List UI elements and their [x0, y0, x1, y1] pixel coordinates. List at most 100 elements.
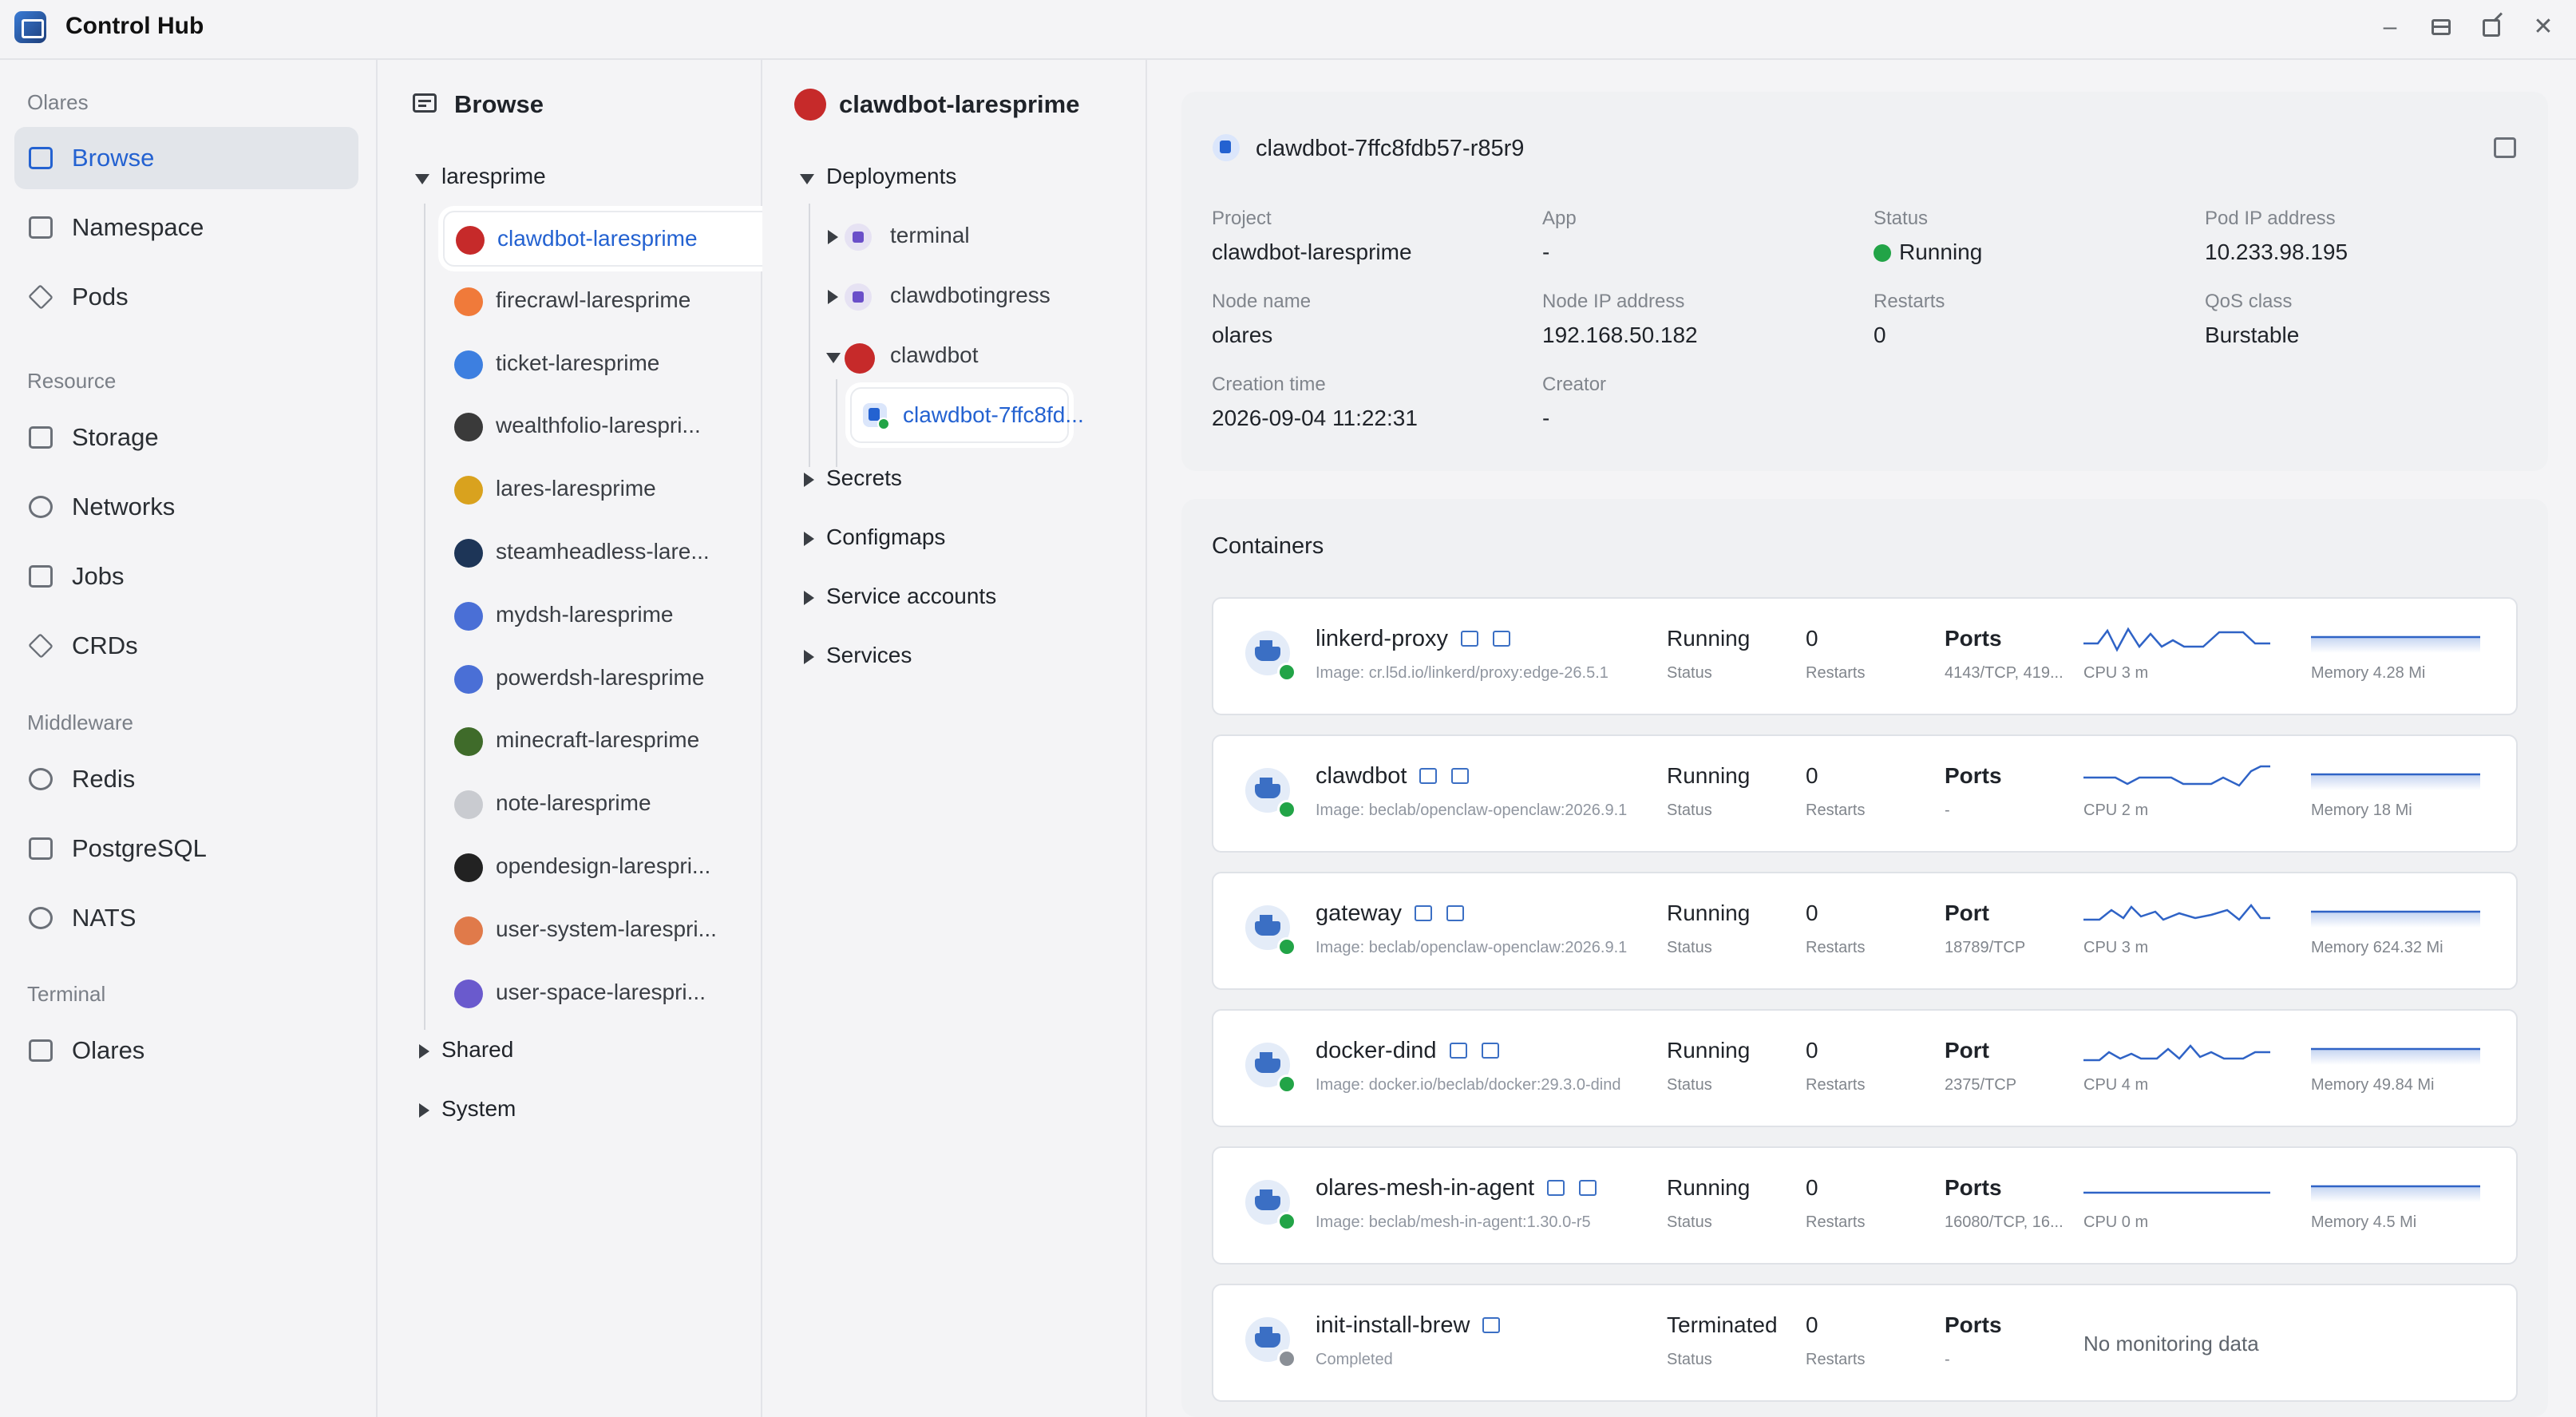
nav-item-networks[interactable]: Networks	[14, 476, 358, 538]
group-services[interactable]: Services	[826, 643, 912, 668]
group-secrets[interactable]: Secrets	[826, 465, 902, 491]
group-deployments[interactable]: Deployments	[826, 164, 956, 189]
nav-item-postgresql[interactable]: PostgreSQL	[14, 817, 358, 880]
container-row[interactable]: init-install-brew Completed Terminated Stat…	[1212, 1284, 2518, 1402]
nav-item-pods[interactable]: Pods	[14, 266, 358, 328]
namespace-item[interactable]: mydsh-laresprime	[446, 588, 734, 641]
collapse-caret-icon[interactable]	[800, 174, 814, 184]
resources-panel: clawdbot-laresprime Deployments terminal…	[762, 60, 1147, 1417]
namespace-item-label: user-system-larespri...	[496, 916, 717, 941]
logs-icon[interactable]	[1482, 1317, 1501, 1333]
namespace-item-label: wealthfolio-larespri...	[496, 413, 701, 438]
container-row[interactable]: docker-dind Image: docker.io/beclab/docke…	[1212, 1009, 2518, 1127]
nav-item-nats[interactable]: NATS	[14, 887, 358, 949]
open-external-icon[interactable]	[2476, 11, 2508, 43]
nav-item-redis[interactable]: Redis	[14, 748, 358, 810]
cpu-usage: CPU 3 m	[2083, 939, 2149, 956]
nav-item-jobs[interactable]: Jobs	[14, 545, 358, 608]
expand-caret-icon[interactable]	[828, 290, 838, 304]
collapse-caret-icon[interactable]	[826, 353, 841, 363]
screenshot-icon[interactable]	[2494, 137, 2516, 158]
deployment-clawdbot[interactable]: clawdbot	[890, 342, 979, 368]
group-shared[interactable]: Shared	[441, 1037, 513, 1063]
namespace-item[interactable]: lares-laresprime	[446, 462, 734, 515]
nav-item-namespace[interactable]: Namespace	[14, 196, 358, 259]
container-row[interactable]: olares-mesh-in-agent Image: beclab/mesh-i…	[1212, 1146, 2518, 1265]
app-title: Control Hub	[65, 13, 204, 39]
group-system[interactable]: System	[441, 1096, 516, 1122]
browse-panel-icon	[413, 93, 437, 114]
group-service-accounts[interactable]: Service accounts	[826, 584, 996, 609]
terminal-icon[interactable]	[1493, 631, 1510, 647]
expand-caret-icon[interactable]	[804, 473, 814, 487]
app-avatar-icon	[454, 476, 483, 505]
namespace-item[interactable]: user-system-larespri...	[446, 903, 734, 956]
terminal-icon[interactable]	[1446, 905, 1465, 921]
app-avatar-icon	[454, 539, 483, 568]
window-layout-icon[interactable]	[2425, 11, 2457, 43]
nav-item-label: Networks	[72, 493, 176, 520]
nav-item-label: PostgreSQL	[72, 834, 207, 862]
minimize-icon[interactable]: –	[2374, 11, 2406, 43]
namespace-item[interactable]: minecraft-laresprime	[446, 714, 734, 766]
nav-item-crds[interactable]: CRDs	[14, 615, 358, 677]
logs-icon[interactable]	[1449, 1043, 1467, 1059]
expand-caret-icon[interactable]	[419, 1103, 429, 1118]
namespace-item-label: note-laresprime	[496, 790, 651, 816]
namespace-item[interactable]: wealthfolio-larespri...	[446, 399, 734, 452]
terminal-icon[interactable]	[1481, 1043, 1499, 1059]
expand-caret-icon[interactable]	[804, 650, 814, 664]
restarts-label: Restarts	[1806, 939, 1866, 956]
namespace-item[interactable]: firecrawl-laresprime	[446, 274, 734, 327]
terminal-icon[interactable]	[1579, 1180, 1597, 1196]
expand-caret-icon[interactable]	[804, 532, 814, 546]
namespace-item[interactable]: steamheadless-lare...	[446, 525, 734, 578]
logs-icon[interactable]	[1415, 905, 1433, 921]
logs-icon[interactable]	[1547, 1180, 1565, 1196]
group-configmaps[interactable]: Configmaps	[826, 524, 945, 550]
memory-usage: Memory 4.28 Mi	[2311, 664, 2426, 682]
namespace-item-label: user-space-larespri...	[496, 979, 706, 1004]
nav-item-label: Storage	[72, 423, 159, 451]
close-icon[interactable]: ✕	[2527, 11, 2559, 43]
field-value-creation: 2026-09-04 11:22:31	[1212, 406, 1418, 430]
deployment-clawdbotingress[interactable]: clawdbotingress	[890, 283, 1051, 308]
container-row[interactable]: clawdbot Image: beclab/openclaw-openclaw:…	[1212, 734, 2518, 853]
docker-icon	[1245, 905, 1296, 956]
namespace-item[interactable]: user-space-larespri...	[446, 966, 734, 1019]
clawdbot-deployment-icon	[845, 343, 875, 374]
deployment-terminal[interactable]: terminal	[890, 223, 970, 248]
app-avatar-icon	[454, 664, 483, 694]
cpu-usage: CPU 3 m	[2083, 664, 2149, 682]
collapse-caret-icon[interactable]	[415, 174, 429, 184]
namespace-group-label[interactable]: laresprime	[441, 164, 546, 189]
container-row[interactable]: linkerd-proxy Image: cr.l5d.io/linkerd/pr…	[1212, 597, 2518, 715]
docker-icon	[1245, 1043, 1296, 1094]
nav-item-storage[interactable]: Storage	[14, 406, 358, 469]
container-state-icon	[1277, 1212, 1296, 1231]
namespace-item-label: firecrawl-laresprime	[496, 287, 691, 312]
namespace-item[interactable]: ticket-laresprime	[446, 337, 734, 390]
nav-item-browse[interactable]: Browse	[14, 127, 358, 189]
field-value-restarts: 0	[1874, 323, 1886, 347]
namespace-item[interactable]: powerdsh-laresprime	[446, 651, 734, 704]
app-avatar-icon	[456, 226, 485, 255]
status-running-icon	[1874, 244, 1891, 262]
container-row[interactable]: gateway Image: beclab/openclaw-openclaw:2…	[1212, 872, 2518, 990]
terminal-icon[interactable]	[1451, 768, 1470, 784]
browse-panel-title: Browse	[454, 90, 544, 118]
expand-caret-icon[interactable]	[419, 1044, 429, 1059]
expand-caret-icon[interactable]	[828, 230, 838, 244]
container-status: Terminated	[1667, 1312, 1778, 1337]
pod-item-selected[interactable]: clawdbot-7ffc8fd...	[850, 387, 1084, 443]
logs-icon[interactable]	[1461, 631, 1478, 647]
nav-item-olares[interactable]: Olares	[14, 1019, 358, 1082]
status-text: Running	[1899, 239, 1983, 264]
restarts-label: Restarts	[1806, 802, 1866, 819]
logs-icon[interactable]	[1419, 768, 1438, 784]
namespace-item[interactable]: clawdbot-laresprime	[443, 211, 782, 267]
expand-caret-icon[interactable]	[804, 591, 814, 605]
memory-sparkline	[2311, 773, 2480, 790]
namespace-item[interactable]: note-laresprime	[446, 777, 734, 829]
namespace-item[interactable]: opendesign-larespri...	[446, 840, 734, 893]
